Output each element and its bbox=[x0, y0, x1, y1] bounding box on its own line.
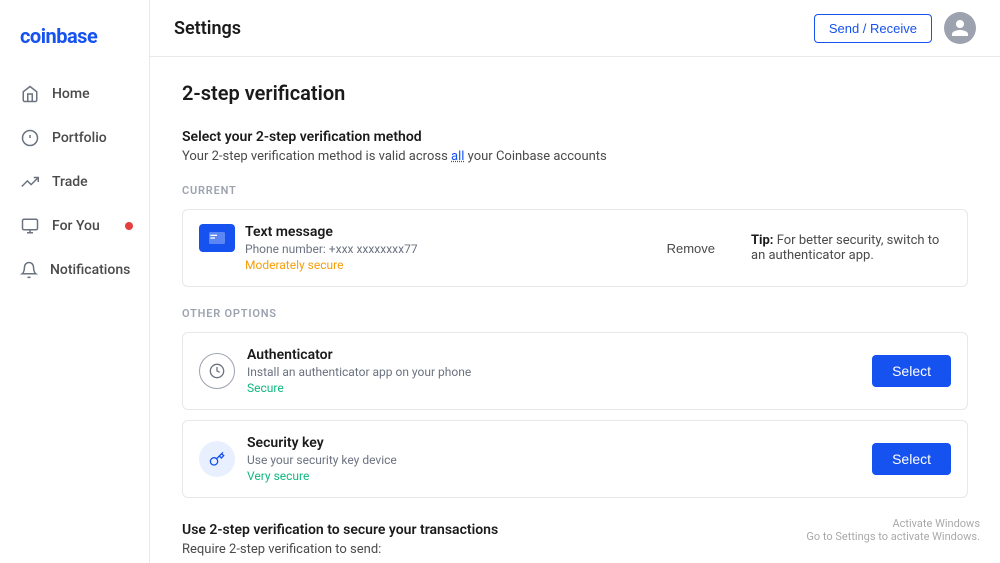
tx-title: Use 2-step verification to secure your t… bbox=[182, 522, 968, 538]
instruction-text2: your Coinbase accounts bbox=[468, 149, 607, 164]
sidebar-item-label: Notifications bbox=[50, 262, 130, 278]
sidebar-item-trade[interactable]: Trade bbox=[0, 160, 149, 204]
current-method-card: Text message Phone number: +xxx xxxxxxxx… bbox=[182, 209, 968, 287]
remove-button[interactable]: Remove bbox=[659, 237, 723, 260]
security-key-icon bbox=[199, 441, 235, 477]
method-name: Text message bbox=[245, 224, 647, 240]
page-title: 2-step verification bbox=[182, 81, 968, 105]
main-area: Settings Send / Receive 2-step verificat… bbox=[150, 0, 1000, 563]
sidebar-item-home[interactable]: Home bbox=[0, 72, 149, 116]
sidebar-item-for-you[interactable]: For You bbox=[0, 204, 149, 248]
tip-label: Tip: bbox=[751, 233, 773, 248]
for-you-icon bbox=[20, 216, 40, 236]
tx-section: Use 2-step verification to secure your t… bbox=[182, 522, 968, 563]
security-level: Moderately secure bbox=[245, 258, 647, 272]
current-section: CURRENT Text message Phone number: +xxx … bbox=[182, 184, 968, 287]
current-card-info: Text message Phone number: +xxx xxxxxxxx… bbox=[245, 224, 647, 272]
authenticator-icon bbox=[199, 353, 235, 389]
instruction-desc: Your 2-step verification method is valid… bbox=[182, 149, 968, 164]
authenticator-card: Authenticator Install an authenticator a… bbox=[182, 332, 968, 410]
header-title: Settings bbox=[174, 18, 241, 39]
instruction-title: Select your 2-step verification method bbox=[182, 129, 968, 145]
sidebar-item-portfolio[interactable]: Portfolio bbox=[0, 116, 149, 160]
other-options-label: OTHER OPTIONS bbox=[182, 307, 968, 320]
authenticator-info: Authenticator Install an authenticator a… bbox=[247, 347, 860, 395]
tx-subtitle: Require 2-step verification to send: bbox=[182, 542, 968, 557]
header: Settings Send / Receive bbox=[150, 0, 1000, 57]
security-key-info: Security key Use your security key devic… bbox=[247, 435, 860, 483]
sidebar-item-label: Home bbox=[52, 86, 90, 102]
method-phone: Phone number: +xxx xxxxxxxx77 bbox=[245, 242, 647, 256]
trade-icon bbox=[20, 172, 40, 192]
sidebar-item-label: For You bbox=[52, 218, 100, 234]
send-receive-button[interactable]: Send / Receive bbox=[814, 14, 932, 43]
text-message-icon-box bbox=[199, 224, 235, 252]
security-key-security: Very secure bbox=[247, 469, 860, 483]
instruction-box: Select your 2-step verification method Y… bbox=[182, 129, 968, 164]
security-key-desc: Use your security key device bbox=[247, 453, 860, 467]
sidebar-item-label: Portfolio bbox=[52, 130, 107, 146]
authenticator-security: Secure bbox=[247, 381, 860, 395]
content-area: 2-step verification Select your 2-step v… bbox=[150, 57, 1000, 563]
brand-name: coinbase bbox=[20, 24, 97, 48]
security-key-name: Security key bbox=[247, 435, 860, 451]
portfolio-icon bbox=[20, 128, 40, 148]
notification-badge bbox=[125, 222, 133, 230]
security-key-card: Security key Use your security key devic… bbox=[182, 420, 968, 498]
authenticator-desc: Install an authenticator app on your pho… bbox=[247, 365, 860, 379]
method-row: Text message Phone number: +xxx xxxxxxxx… bbox=[199, 224, 647, 272]
home-icon bbox=[20, 84, 40, 104]
current-section-label: CURRENT bbox=[182, 184, 968, 197]
instruction-text: Your 2-step verification method is valid… bbox=[182, 149, 448, 164]
sidebar-item-notifications[interactable]: Notifications bbox=[0, 248, 149, 292]
security-key-select-button[interactable]: Select bbox=[872, 443, 951, 475]
avatar[interactable] bbox=[944, 12, 976, 44]
tip-text: For better security, switch to an authen… bbox=[751, 233, 939, 263]
brand-logo: coinbase bbox=[0, 16, 149, 72]
notifications-icon bbox=[20, 260, 38, 280]
authenticator-select-button[interactable]: Select bbox=[872, 355, 951, 387]
sidebar: coinbase Home Portfolio Trade bbox=[0, 0, 150, 563]
instruction-highlight: all bbox=[451, 149, 464, 164]
sidebar-item-label: Trade bbox=[52, 174, 88, 190]
authenticator-name: Authenticator bbox=[247, 347, 860, 363]
other-options-section: OTHER OPTIONS Authenticator Install an a… bbox=[182, 307, 968, 498]
tip-box: Tip: For better security, switch to an a… bbox=[751, 233, 951, 263]
header-actions: Send / Receive bbox=[814, 12, 976, 44]
